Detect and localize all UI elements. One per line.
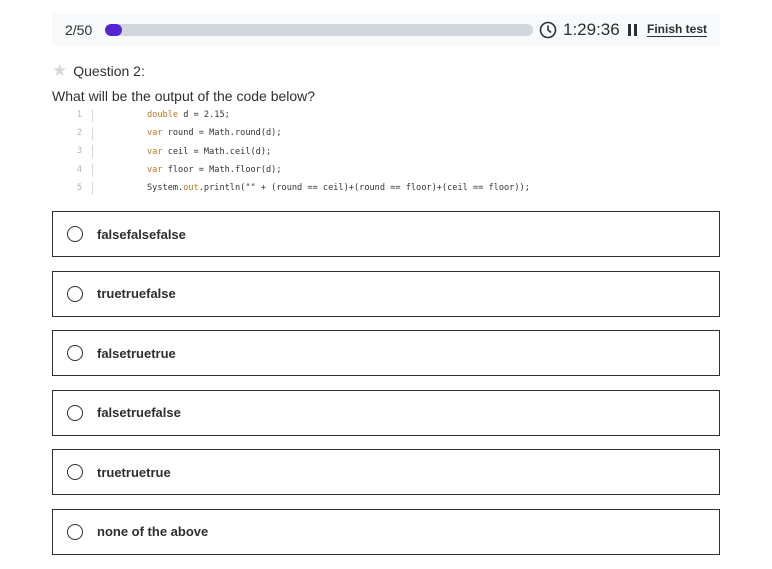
answer-option[interactable]: falsetruefalse [52, 389, 720, 436]
question-text: What will be the output of the code belo… [52, 88, 316, 104]
answer-option[interactable]: truetruefalse [52, 270, 720, 317]
code-line: 2 var round = Math.round(d); [52, 124, 530, 142]
radio-button[interactable] [67, 226, 83, 242]
option-label: falsetruefalse [97, 405, 181, 420]
answer-option[interactable]: truetruetrue [52, 449, 720, 495]
code-line: 3 var ceil = Math.ceil(d); [52, 143, 530, 161]
code-token: .println("" + (round == ceil)+(round == … [198, 183, 530, 194]
line-number: 1 [52, 108, 93, 122]
code-token: round = Math.round(d); [162, 128, 282, 139]
question-counter: 2/50 [65, 22, 93, 38]
radio-button[interactable] [67, 464, 83, 480]
answer-option[interactable]: falsefalsefalse [52, 211, 720, 257]
test-header: 2/50 1:29:36 Finish test [52, 14, 720, 46]
answer-option[interactable]: none of the above [52, 508, 720, 555]
timer: 1:29:36 [563, 20, 620, 39]
line-number: 5 [52, 181, 93, 195]
code-token: d = 2.15; [178, 110, 230, 121]
line-number: 2 [52, 126, 93, 140]
question-number: Question 2: [73, 63, 145, 79]
radio-button[interactable] [67, 404, 83, 421]
code-keyword: var [147, 128, 163, 139]
code-keyword: var [147, 146, 163, 157]
finish-test-link[interactable]: Finish test [647, 22, 707, 36]
code-text: System.out.println("" + (round == ceil)+… [147, 183, 530, 193]
progress-bar [105, 24, 533, 36]
code-text: var round = Math.round(d); [147, 128, 282, 138]
progress-fill [105, 24, 123, 36]
code-token: floor = Math.floor(d); [162, 165, 282, 176]
radio-button[interactable] [67, 523, 83, 540]
option-label: falsetruetrue [97, 345, 176, 361]
question-heading: ★ Question 2: [52, 61, 145, 81]
code-token: System. [147, 183, 184, 194]
code-block: 1 double d = 2.15; 2 var round = Math.round… [52, 106, 530, 197]
code-line: 1 double d = 2.15; [52, 106, 530, 124]
code-line: 4 var floor = Math.floor(d); [52, 161, 530, 179]
clock-icon [539, 21, 557, 39]
star-icon[interactable]: ★ [52, 61, 67, 81]
pause-icon[interactable] [628, 24, 638, 36]
option-label: falsefalsefalse [97, 226, 186, 242]
code-text: var floor = Math.floor(d); [147, 165, 282, 175]
code-text: var ceil = Math.ceil(d); [147, 147, 271, 157]
radio-button[interactable] [67, 285, 83, 302]
option-label: none of the above [97, 524, 209, 539]
code-line: 5 System.out.println("" + (round == ceil)… [52, 179, 530, 197]
code-keyword: var [147, 165, 163, 176]
code-keyword: out [183, 183, 199, 194]
line-number: 3 [52, 145, 93, 159]
answer-option[interactable]: falsetruetrue [52, 330, 720, 376]
code-token: ceil = Math.ceil(d); [162, 146, 272, 157]
radio-button[interactable] [67, 345, 83, 361]
option-label: truetruetrue [97, 464, 171, 480]
line-number: 4 [52, 163, 93, 177]
code-keyword: double [147, 110, 179, 121]
code-text: double d = 2.15; [147, 110, 230, 120]
option-label: truetruefalse [97, 286, 176, 301]
